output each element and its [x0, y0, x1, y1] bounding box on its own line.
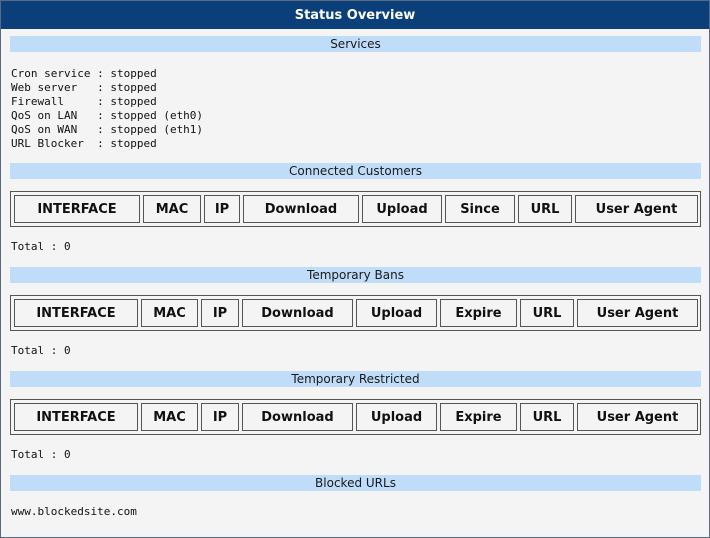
temporary-restricted-total: Total : 0 — [11, 448, 71, 461]
column-header-ip: IP — [201, 299, 239, 327]
blocked-urls-header: Blocked URLs — [10, 475, 701, 491]
column-header-upload: Upload — [356, 403, 437, 431]
service-line-web: Web server : stopped — [11, 81, 157, 94]
column-header-upload: Upload — [356, 299, 437, 327]
service-line-firewall: Firewall : stopped — [11, 95, 157, 108]
column-header-url: URL — [520, 299, 574, 327]
temporary-bans-total: Total : 0 — [11, 344, 71, 357]
column-header-expire: Expire — [440, 403, 517, 431]
column-header-ip: IP — [201, 403, 239, 431]
column-header-user-agent: User Agent — [575, 195, 698, 223]
services-header: Services — [10, 36, 701, 52]
connected-customers-total: Total : 0 — [11, 240, 71, 253]
column-header-user-agent: User Agent — [577, 299, 698, 327]
temporary-restricted-table: INTERFACE MAC IP Download Upload Expire … — [10, 399, 701, 435]
column-header-expire: Expire — [440, 299, 517, 327]
service-line-qos-wan: QoS on WAN : stopped (eth1) — [11, 123, 204, 136]
column-header-url: URL — [520, 403, 574, 431]
connected-customers-header: Connected Customers — [10, 163, 701, 179]
column-header-interface: INTERFACE — [14, 299, 138, 327]
temporary-bans-table: INTERFACE MAC IP Download Upload Expire … — [10, 295, 701, 331]
column-header-ip: IP — [204, 195, 240, 223]
column-header-mac: MAC — [141, 299, 198, 327]
column-header-mac: MAC — [143, 195, 201, 223]
blocked-url-item: www.blockedsite.com — [11, 505, 137, 518]
column-header-mac: MAC — [141, 403, 198, 431]
column-header-download: Download — [243, 195, 359, 223]
service-line-cron: Cron service : stopped — [11, 67, 157, 80]
connected-customers-table: INTERFACE MAC IP Download Upload Since U… — [10, 191, 701, 227]
column-header-since: Since — [445, 195, 515, 223]
status-window: Status Overview Services Cron service : … — [0, 0, 710, 538]
page-title: Status Overview — [1, 1, 709, 29]
temporary-restricted-header: Temporary Restricted — [10, 371, 701, 387]
column-header-upload: Upload — [362, 195, 442, 223]
column-header-user-agent: User Agent — [577, 403, 698, 431]
service-line-url-blocker: URL Blocker : stopped — [11, 137, 157, 150]
temporary-bans-header: Temporary Bans — [10, 267, 701, 283]
column-header-interface: INTERFACE — [14, 195, 140, 223]
column-header-interface: INTERFACE — [14, 403, 138, 431]
column-header-download: Download — [242, 403, 353, 431]
column-header-url: URL — [518, 195, 572, 223]
column-header-download: Download — [242, 299, 353, 327]
service-line-qos-lan: QoS on LAN : stopped (eth0) — [11, 109, 204, 122]
